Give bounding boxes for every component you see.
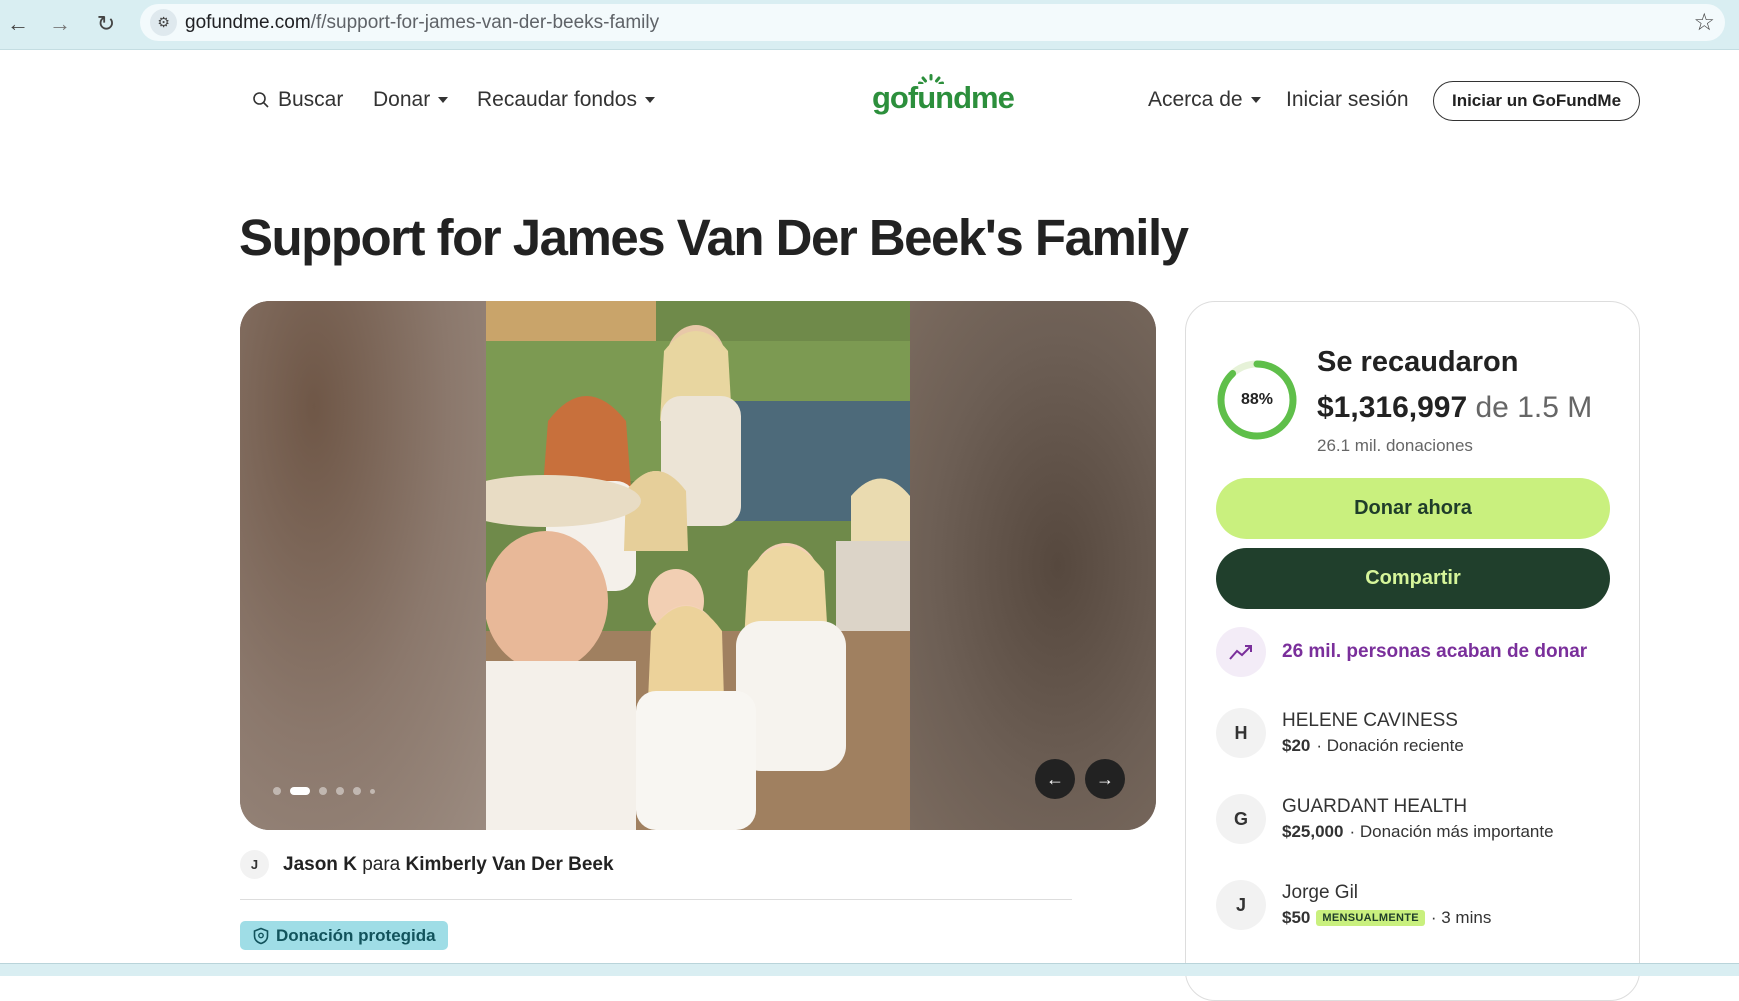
carousel-blur-left: [240, 301, 486, 830]
carousel-dot[interactable]: [370, 788, 375, 794]
carousel-pagination: [273, 787, 375, 795]
raised-amount: $1,316,997: [1317, 391, 1468, 424]
donor-item: H HELENE CAVINESS $20 · Donación reciente: [1216, 708, 1464, 758]
donor-name: HELENE CAVINESS: [1282, 710, 1458, 731]
chevron-down-icon: [644, 97, 655, 103]
trend-text: 26 mil. personas acaban de donar: [1282, 641, 1588, 662]
image-carousel: ← →: [240, 301, 1156, 830]
fundraise-menu[interactable]: Recaudar fondos: [477, 88, 655, 112]
page-title: Support for James Van Der Beek's Family: [239, 209, 1189, 266]
donate-now-button[interactable]: Donar ahora: [1216, 478, 1610, 539]
protected-donation-label: Donación protegida: [276, 925, 436, 945]
donor-item: J Jorge Gil $50 MENSUALMENTE · 3 mins: [1216, 880, 1491, 930]
bookmark-star-icon[interactable]: ☆: [1693, 8, 1715, 37]
chevron-down-icon: [1250, 97, 1261, 103]
carousel-prev-button[interactable]: ←: [1035, 759, 1075, 799]
donor-amount: $20: [1282, 736, 1311, 755]
carousel-next-button[interactable]: →: [1085, 759, 1125, 799]
os-taskbar: [0, 963, 1739, 976]
signin-link[interactable]: Iniciar sesión: [1286, 88, 1409, 112]
site-settings-icon[interactable]: ⚙: [150, 9, 177, 36]
reload-icon[interactable]: ↻: [90, 8, 122, 40]
about-menu[interactable]: Acerca de: [1148, 88, 1261, 112]
family-photo-illustration: [486, 301, 910, 830]
shield-icon: [253, 927, 269, 944]
organizer-name[interactable]: Jason K: [283, 854, 357, 875]
site-header: Buscar Donar Recaudar fondos gofundme Ac…: [0, 50, 1739, 150]
carousel-dot[interactable]: [353, 787, 361, 795]
carousel-dot[interactable]: [273, 787, 281, 795]
url-text[interactable]: gofundme.com/f/support-for-james-van-der…: [185, 12, 659, 34]
about-menu-label: Acerca de: [1148, 88, 1243, 111]
carousel-dot[interactable]: [319, 787, 327, 795]
search-icon: [253, 92, 269, 108]
organizer-avatar: J: [240, 850, 269, 879]
divider: [240, 899, 1072, 900]
donor-note: · Donación más importante: [1349, 822, 1554, 841]
family-photo: [486, 301, 910, 830]
organizer-for-text: para: [362, 853, 401, 875]
browser-toolbar: ← → ↻ ⚙ gofundme.com/f/support-for-james…: [0, 0, 1739, 50]
donor-amount: $50: [1282, 908, 1311, 927]
donor-name: Jorge Gil: [1282, 882, 1359, 903]
start-gofundme-button[interactable]: Iniciar un GoFundMe: [1433, 81, 1640, 121]
donor-amount: $25,000: [1282, 822, 1344, 841]
donor-avatar: H: [1216, 708, 1266, 758]
gofundme-logo[interactable]: gofundme: [872, 80, 1015, 116]
arrow-left-icon: ←: [1046, 768, 1064, 789]
donor-avatar: J: [1216, 880, 1266, 930]
raised-label: Se recaudaron: [1317, 346, 1519, 378]
back-arrow-icon[interactable]: ←: [2, 8, 34, 40]
donor-avatar: G: [1216, 794, 1266, 844]
donor-note: · Donación reciente: [1316, 736, 1464, 755]
goal-amount: de 1.5 M: [1475, 391, 1593, 424]
donation-card: 88% Se recaudaron $1,316,997 de 1.5 M 26…: [1185, 301, 1640, 1001]
donor-name: GUARDANT HEALTH: [1282, 796, 1468, 817]
donations-count: 26.1 mil. donaciones: [1317, 436, 1473, 455]
chevron-down-icon: [438, 97, 449, 103]
protected-donation-badge[interactable]: Donación protegida: [240, 921, 448, 950]
raised-amount-line: $1,316,997 de 1.5 M: [1317, 391, 1592, 425]
donate-menu[interactable]: Donar: [373, 88, 449, 112]
progress-percent: 88%: [1240, 391, 1274, 408]
carousel-blur-right: [910, 301, 1156, 830]
recent-donors-trend[interactable]: 26 mil. personas acaban de donar: [1216, 627, 1587, 677]
monthly-badge: MENSUALMENTE: [1316, 910, 1425, 926]
search-button[interactable]: Buscar: [252, 88, 343, 112]
fundraise-menu-label: Recaudar fondos: [477, 88, 637, 111]
carousel-dot-active[interactable]: [290, 787, 310, 795]
donor-note: · 3 mins: [1430, 908, 1492, 927]
beneficiary-name[interactable]: Kimberly Van Der Beek: [406, 854, 614, 875]
trending-up-icon: [1216, 627, 1266, 677]
carousel-dot[interactable]: [336, 787, 344, 795]
organizer-line: J Jason K para Kimberly Van Der Beek: [240, 850, 614, 879]
donor-item: G GUARDANT HEALTH $25,000 · Donación más …: [1216, 794, 1554, 844]
forward-arrow-icon[interactable]: →: [44, 8, 76, 40]
arrow-right-icon: →: [1096, 768, 1114, 789]
search-label: Buscar: [278, 88, 344, 111]
share-button[interactable]: Compartir: [1216, 548, 1610, 609]
donate-menu-label: Donar: [373, 88, 431, 111]
address-bar[interactable]: ⚙ gofundme.com/f/support-for-james-van-d…: [140, 4, 1725, 41]
